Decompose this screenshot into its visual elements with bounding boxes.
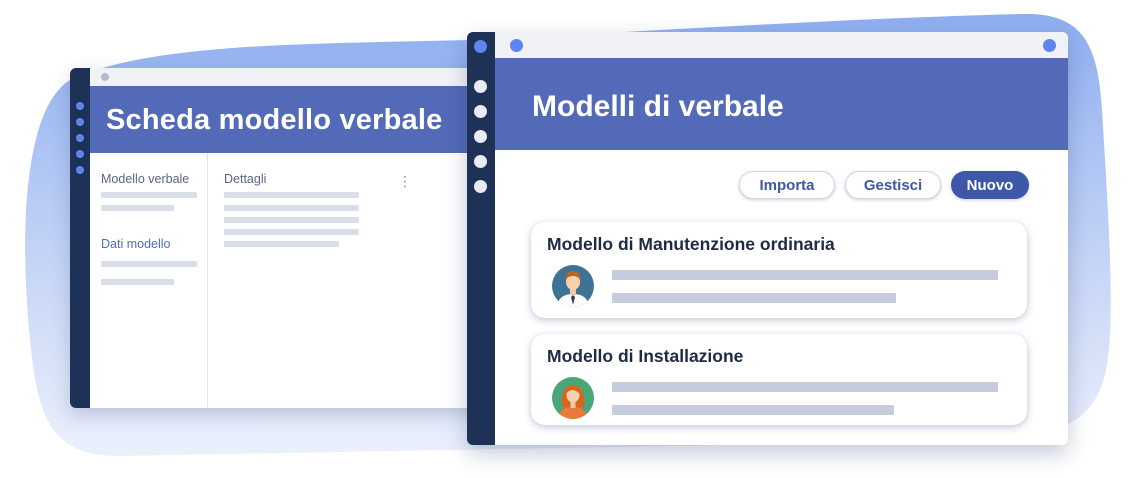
template-card[interactable]: Modello di Installazione (531, 334, 1027, 425)
placeholder-line (612, 382, 998, 392)
placeholder-line (224, 229, 359, 235)
placeholder-line (224, 241, 339, 247)
window-titlebar (90, 68, 500, 86)
nav-dot-4[interactable] (76, 150, 84, 158)
manage-button[interactable]: Gestisci (845, 171, 941, 199)
nav-dot-active[interactable] (474, 40, 487, 53)
details-label: Dettagli (224, 172, 267, 186)
section-label-template-data[interactable]: Dati modello (101, 237, 170, 251)
placeholder-line (101, 261, 197, 267)
placeholder-line (101, 205, 174, 211)
placeholder-line (224, 205, 359, 211)
window-control-dot[interactable] (101, 73, 109, 81)
record-templates-window: Modelli di verbale Importa Gestisci Nuov… (467, 32, 1068, 445)
page-title: Modelli di verbale (532, 90, 784, 123)
nav-dot-4[interactable] (474, 130, 487, 143)
nav-dot-5[interactable] (76, 166, 84, 174)
nav-dot-2[interactable] (474, 80, 487, 93)
window-control-dot[interactable] (510, 39, 523, 52)
window-titlebar (495, 32, 1068, 58)
female-user-avatar-icon (552, 377, 594, 419)
nav-dot-3[interactable] (474, 105, 487, 118)
nav-dot-2[interactable] (76, 118, 84, 126)
window-control-dot[interactable] (1043, 39, 1056, 52)
sidebar-rail (467, 32, 495, 445)
import-button[interactable]: Importa (739, 171, 835, 199)
record-template-sheet-window: Scheda modello verbale Modello verbale D… (70, 68, 500, 408)
placeholder-line (101, 279, 174, 285)
nav-dot-5[interactable] (474, 155, 487, 168)
nav-dot-1[interactable] (76, 102, 84, 110)
placeholder-line (612, 293, 896, 303)
page-header: Modelli di verbale (495, 58, 1068, 150)
page-header: Scheda modello verbale (90, 86, 500, 153)
page-title: Scheda modello verbale (106, 104, 443, 136)
new-button[interactable]: Nuovo (951, 171, 1029, 199)
section-label-template[interactable]: Modello verbale (101, 172, 189, 186)
template-card[interactable]: Modello di Manutenzione ordinaria (531, 222, 1027, 318)
kebab-menu-icon[interactable]: ⋮ (398, 174, 412, 188)
male-user-avatar-icon (552, 265, 594, 307)
nav-dot-3[interactable] (76, 134, 84, 142)
nav-dot-6[interactable] (474, 180, 487, 193)
placeholder-line (224, 217, 359, 223)
template-card-title: Modello di Manutenzione ordinaria (547, 234, 835, 254)
placeholder-line (101, 192, 197, 198)
placeholder-line (224, 192, 359, 198)
sidebar-rail (70, 68, 90, 408)
placeholder-line (612, 270, 998, 280)
template-card-title: Modello di Installazione (547, 346, 744, 366)
placeholder-line (612, 405, 894, 415)
